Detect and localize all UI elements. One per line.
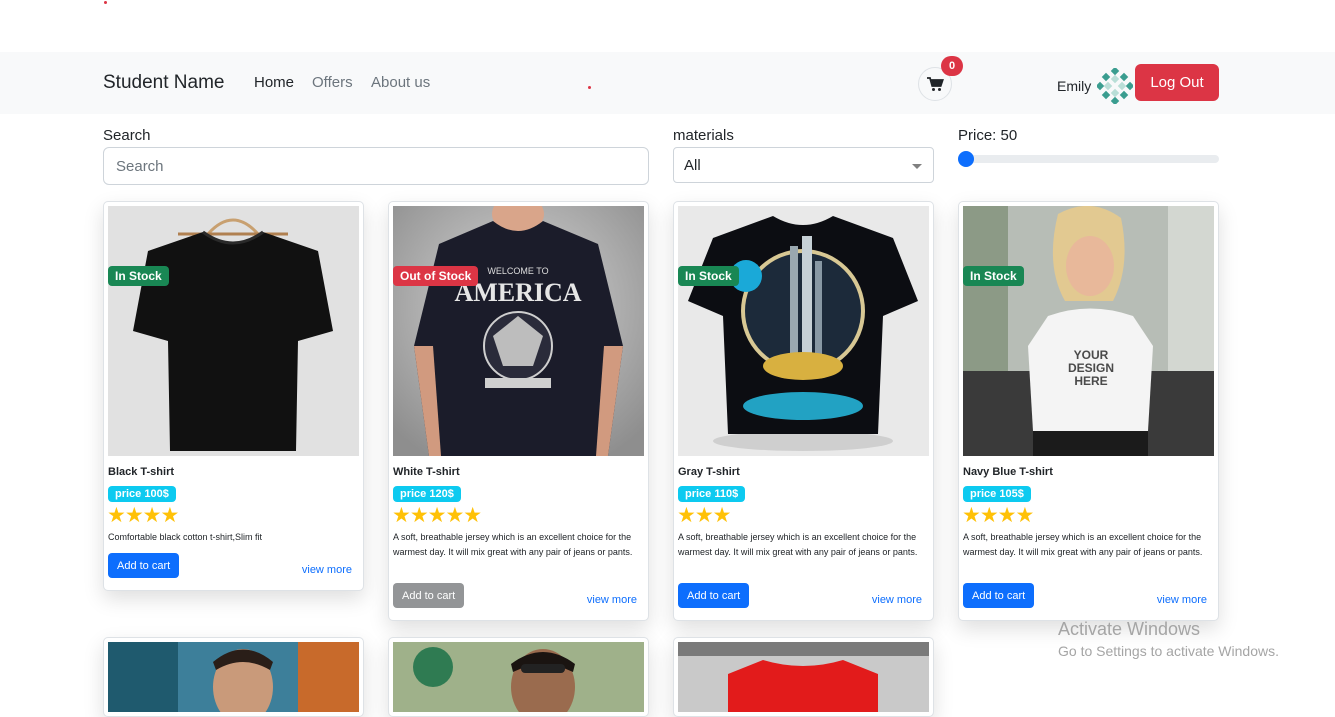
search-input[interactable] [103,147,649,185]
product-photo [393,642,644,712]
add-to-cart-button[interactable]: Add to cart [108,553,180,578]
gray-tshirt-image [678,206,929,456]
activate-windows-title: Activate Windows [1058,619,1201,639]
product-card [673,637,934,717]
view-more-link[interactable]: view more [302,564,352,576]
stock-badge: Out of Stock [393,266,479,286]
product-card: In Stock Black T-shirt price 100$ ★★★★ C… [103,201,364,591]
username: Emily [1057,78,1092,94]
product-image[interactable] [678,206,929,456]
nav-offers[interactable]: Offers [312,74,353,91]
price-badge: price 120$ [393,486,461,502]
product-title: Gray T-shirt [678,466,740,478]
view-more-link[interactable]: view more [872,594,922,606]
white-tshirt-image: WELCOME TO AMERICA [393,206,644,456]
product-photo [108,642,359,712]
add-to-cart-button[interactable]: Add to cart [393,583,465,608]
stock-badge: In Stock [963,266,1024,286]
product-card: YOUR DESIGN HERE In Stock Navy Blue T-shir… [958,201,1219,621]
brand[interactable]: Student Name [103,72,224,94]
product-card [103,637,364,717]
product-image[interactable]: WELCOME TO AMERICA [393,206,644,456]
star-rating: ★★★★ [962,504,1034,527]
product-image[interactable] [108,206,359,456]
cart-count-badge: 0 [941,56,963,76]
materials-selected-value: All [684,156,701,174]
product-description: Comfortable black cotton t-shirt,Slim fi… [108,532,263,542]
star-rating: ★★★★ [107,504,179,527]
red-dot [104,1,107,4]
red-dot [588,86,591,89]
materials-select[interactable]: All [673,147,934,183]
product-title: White T-shirt [393,466,460,478]
view-more-link[interactable]: view more [587,594,637,606]
stock-badge: In Stock [678,266,739,286]
navy-tshirt-image: YOUR DESIGN HERE [963,206,1214,456]
product-image[interactable] [393,642,644,712]
shirt-print-text: WELCOME TO [487,266,548,276]
product-card: In Stock Gray T-shirt price 110$ ★★★ A s… [673,201,934,621]
product-image[interactable]: YOUR DESIGN HERE [963,206,1214,456]
logout-button[interactable]: Log Out [1135,64,1219,101]
price-badge: price 105$ [963,486,1031,502]
product-image[interactable] [108,642,359,712]
product-card [388,637,649,717]
product-description: A soft, breathable jersey which is an ex… [678,532,918,557]
view-more-link[interactable]: view more [1157,594,1207,606]
price-label: Price: 50 [958,127,1018,144]
price-slider-track[interactable] [958,155,1219,163]
avatar[interactable] [1097,68,1133,104]
black-tshirt-image [108,206,359,456]
product-description: A soft, breathable jersey which is an ex… [963,532,1203,557]
navbar: Student Name Home Offers About us 0 Emil… [0,52,1335,114]
activate-windows-subtitle: Go to Settings to activate Windows. [1058,643,1279,659]
price-slider-thumb[interactable] [958,151,974,167]
product-image[interactable] [678,642,929,712]
add-to-cart-button[interactable]: Add to cart [963,583,1035,608]
product-photo [678,642,929,712]
cart-icon [926,76,944,91]
product-card: WELCOME TO AMERICA Out of Stock White T-… [388,201,649,621]
chevron-down-icon [912,164,922,169]
product-description: A soft, breathable jersey which is an ex… [393,532,633,557]
materials-label: materials [673,127,734,144]
stock-badge: In Stock [108,266,169,286]
nav-about-us[interactable]: About us [371,74,430,91]
price-badge: price 100$ [108,486,176,502]
add-to-cart-button[interactable]: Add to cart [678,583,750,608]
nav-home[interactable]: Home [254,74,294,91]
product-title: Black T-shirt [108,466,175,478]
star-rating: ★★★ [677,504,731,527]
shirt-print-text: YOUR DESIGN HERE [1068,348,1114,388]
product-title: Navy Blue T-shirt [963,466,1053,478]
star-rating: ★★★★★ [392,504,482,527]
search-label: Search [103,127,151,144]
price-badge: price 110$ [678,486,746,502]
